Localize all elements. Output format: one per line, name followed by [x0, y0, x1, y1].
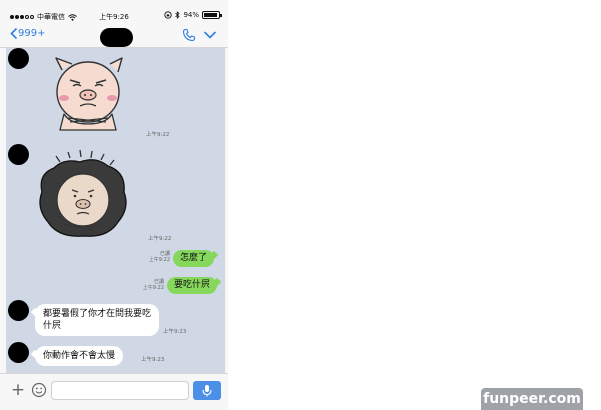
chat-area[interactable]: 上午9:22 上午9:22 已讀 上午9:22 怎麼了 已讀 上午9:22 要吃…	[6, 48, 225, 373]
microphone-button[interactable]	[193, 381, 221, 400]
message-timestamp: 上午9:22	[148, 236, 172, 242]
outgoing-message-bubble[interactable]: 怎麼了	[173, 250, 215, 267]
back-button-label: 999+	[18, 28, 46, 39]
lock-rotation-icon	[164, 11, 173, 19]
chevron-down-icon[interactable]	[204, 30, 216, 40]
battery-percent: 94%	[183, 11, 199, 19]
phone-screenshot: 中華電信 上午9:26 94% 999+ 上午9:22 上午9:22 已讀 上午…	[0, 0, 228, 410]
phone-icon[interactable]	[182, 28, 196, 42]
pig-sticker-angry[interactable]	[50, 52, 130, 134]
incoming-message-bubble[interactable]: 你動作會不會太慢	[35, 346, 124, 367]
message-timestamp: 上午9:22	[146, 132, 170, 138]
message-input[interactable]	[51, 381, 189, 400]
message-timestamp: 上午9:23	[141, 357, 165, 363]
message-timestamp: 上午9:22	[142, 284, 164, 291]
avatar[interactable]	[8, 300, 29, 321]
avatar[interactable]	[8, 48, 29, 69]
incoming-message-bubble[interactable]: 都要暑假了你才在問我要吃什屄	[35, 304, 159, 337]
avatar[interactable]	[8, 342, 29, 363]
status-right: 94%	[164, 11, 222, 19]
avatar[interactable]	[8, 144, 29, 165]
contact-name-redacted	[100, 28, 133, 47]
back-button[interactable]: 999+	[10, 28, 45, 39]
message-timestamp: 上午9:22	[148, 256, 170, 263]
message-meta: 已讀 上午9:22	[143, 251, 170, 264]
message-meta: 已讀 上午9:22	[137, 279, 164, 292]
microphone-icon	[202, 385, 212, 397]
chevron-left-icon	[10, 28, 17, 39]
watermark: funpeer.com	[481, 388, 583, 410]
battery-fill	[204, 13, 218, 17]
message-input-bar: +	[0, 373, 228, 410]
pig-sticker-messy-hair[interactable]	[34, 148, 134, 240]
page: 中華電信 上午9:26 94% 999+ 上午9:22 上午9:22 已讀 上午…	[0, 0, 601, 410]
plus-icon[interactable]: +	[10, 382, 26, 399]
outgoing-message-bubble[interactable]: 要吃什屄	[167, 277, 218, 294]
emoji-icon[interactable]	[31, 382, 47, 398]
battery-icon	[202, 11, 222, 19]
message-timestamp: 上午9:23	[163, 329, 187, 335]
status-bar: 中華電信 上午9:26 94%	[0, 0, 228, 24]
bluetooth-icon	[175, 11, 181, 19]
